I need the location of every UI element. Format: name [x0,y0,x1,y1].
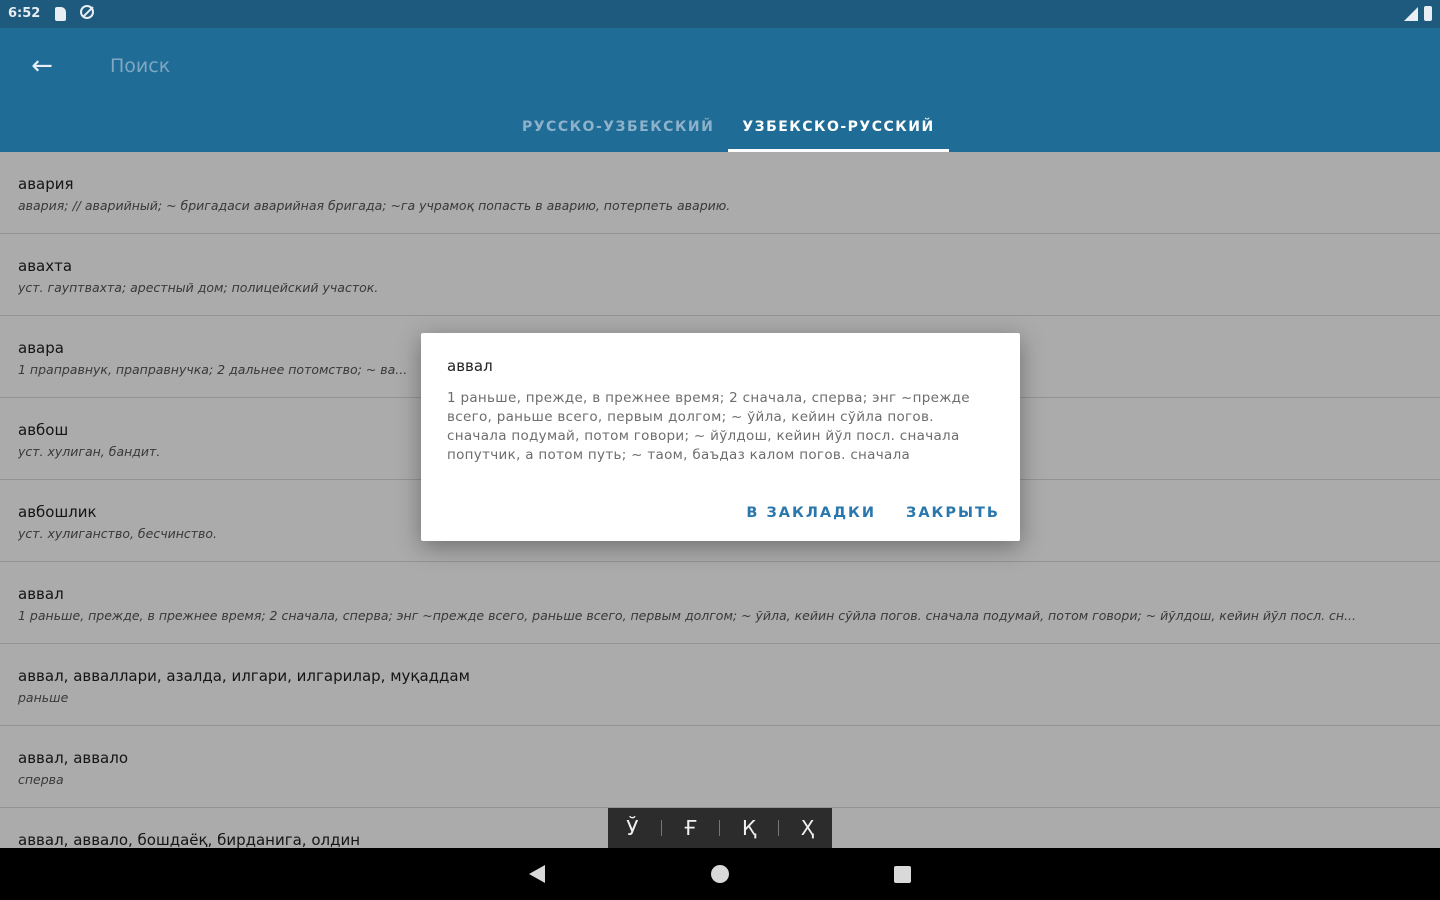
no-sync-icon [80,5,94,19]
char-key-gh[interactable]: Ғ [671,816,711,840]
app-bar: ← РУССКО-УЗБЕКСКИЙ УЗБЕКСКО-РУССКИЙ [0,28,1440,152]
close-button[interactable]: ЗАКРЫТЬ [904,501,1002,525]
dialog-actions: В ЗАКЛАДКИ ЗАКРЫТЬ [744,501,1002,525]
char-key-q[interactable]: Қ [729,816,769,840]
nav-back-icon[interactable] [529,865,545,883]
special-char-bar: Ў Ғ Қ Ҳ [608,808,832,848]
nav-recents-icon[interactable] [894,866,911,883]
tab-uzbek-russian[interactable]: УЗБЕКСКО-РУССКИЙ [728,110,949,152]
search-input[interactable] [108,50,712,82]
status-time: 6:52 [8,6,41,21]
signal-icon [1404,7,1418,21]
char-separator [661,820,663,836]
char-separator [719,820,721,836]
nav-home-icon[interactable] [711,865,729,883]
battery-icon [1424,6,1432,21]
char-separator [777,820,779,836]
dictionary-tabs: РУССКО-УЗБЕКСКИЙ УЗБЕКСКО-РУССКИЙ [508,110,949,152]
status-bar: 6:52 [0,0,1440,28]
dialog-title: аввал [447,357,493,375]
tab-russian-uzbek[interactable]: РУССКО-УЗБЕКСКИЙ [508,110,728,152]
char-key-u-short[interactable]: Ў [612,816,652,840]
definition-dialog: аввал 1 раньше, прежде, в прежнее время;… [421,333,1020,541]
back-arrow-icon[interactable]: ← [22,48,62,84]
dialog-body: 1 раньше, прежде, в прежнее время; 2 сна… [447,390,970,463]
char-key-h[interactable]: Ҳ [788,816,828,840]
sd-card-icon [55,7,66,21]
bookmark-button[interactable]: В ЗАКЛАДКИ [744,501,878,525]
system-nav-bar [0,848,1440,900]
